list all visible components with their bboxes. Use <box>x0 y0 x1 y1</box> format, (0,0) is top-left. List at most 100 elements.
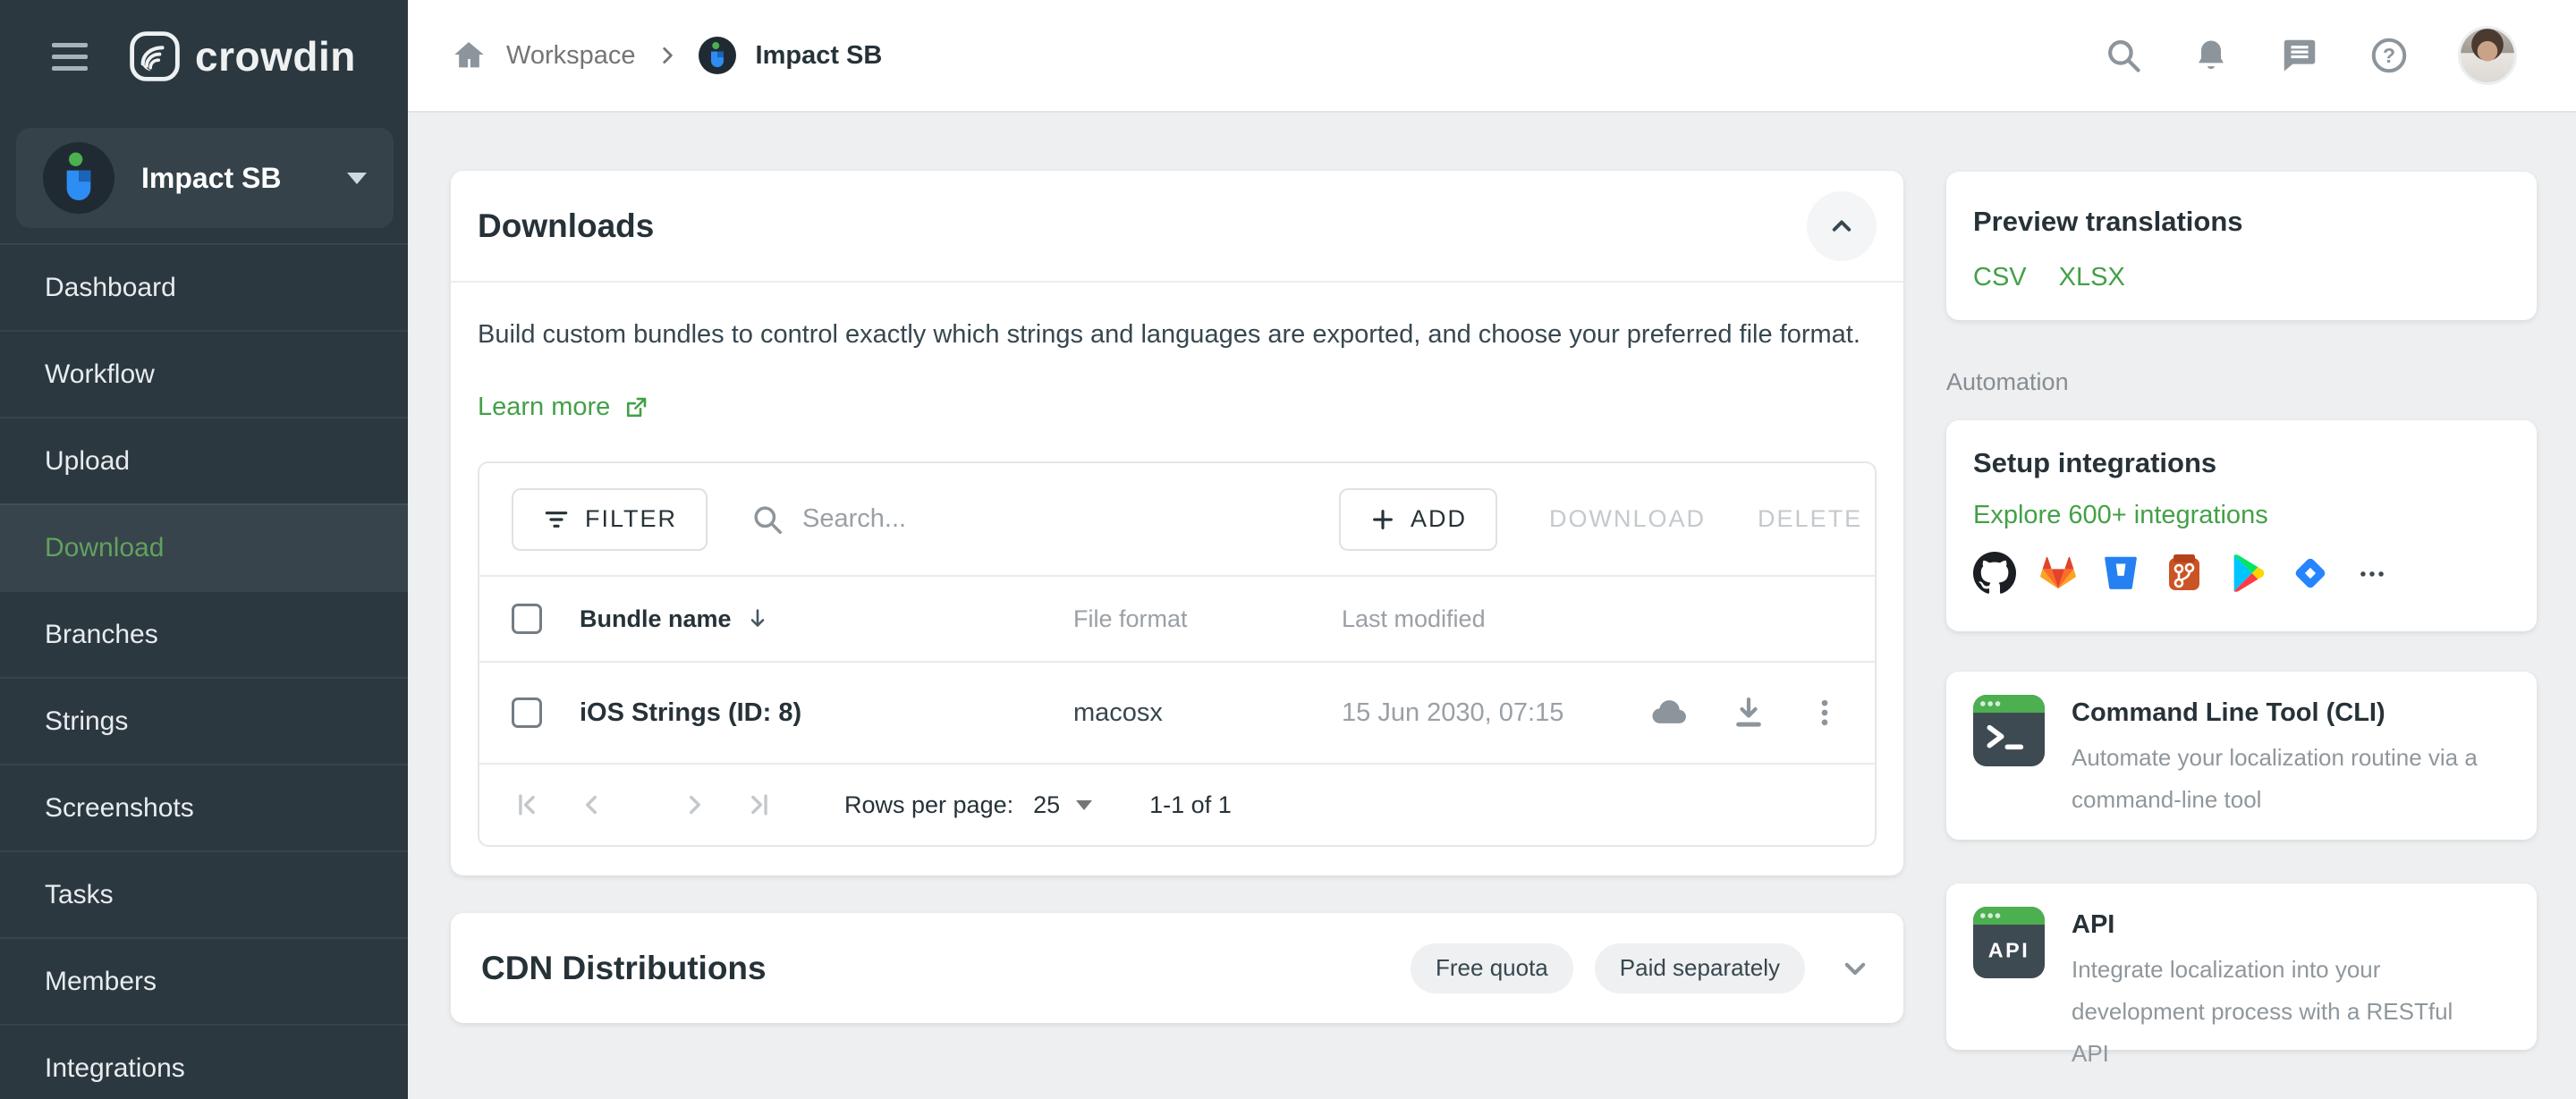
more-integrations-icon[interactable] <box>2352 554 2392 593</box>
project-name: Impact SB <box>141 162 320 195</box>
search-icon[interactable] <box>2104 36 2143 75</box>
sidebar-item-workflow[interactable]: Workflow <box>0 330 408 417</box>
sidebar-item-download[interactable]: Download <box>0 503 408 590</box>
github-icon[interactable] <box>1973 552 2016 595</box>
messages-icon[interactable] <box>2279 35 2320 76</box>
preview-translations-title: Preview translations <box>1973 206 2510 238</box>
sort-by-bundle-name[interactable]: Bundle name <box>580 605 1073 633</box>
breadcrumb-workspace[interactable]: Workspace <box>506 41 636 71</box>
download-file-icon[interactable] <box>1730 694 1767 731</box>
expand-panel-button[interactable] <box>1837 951 1873 986</box>
rows-per-page-select[interactable]: 25 <box>1033 791 1092 819</box>
sidebar-item-screenshots[interactable]: Screenshots <box>0 764 408 850</box>
filter-button[interactable]: FILTER <box>512 488 708 551</box>
cdn-distributions-panel: CDN Distributions Free quota Paid separa… <box>451 913 1903 1023</box>
row-checkbox[interactable] <box>512 697 542 728</box>
file-format-cell: macosx <box>1073 698 1342 728</box>
crowdin-logo[interactable]: crowdin <box>129 30 356 82</box>
project-avatar <box>699 37 736 74</box>
pagination-range: 1-1 of 1 <box>1149 791 1232 819</box>
crowdin-logo-icon <box>129 30 181 82</box>
chevron-right-icon <box>656 44 679 67</box>
chevron-down-icon <box>347 173 367 184</box>
filter-icon <box>542 505 571 534</box>
sidebar: Impact SB Dashboard Workflow Upload Down… <box>0 113 408 1099</box>
learn-more-label: Learn more <box>478 393 610 422</box>
svg-text:?: ? <box>2383 44 2395 67</box>
cdn-title: CDN Distributions <box>481 950 767 987</box>
sidebar-item-tasks[interactable]: Tasks <box>0 850 408 937</box>
sidebar-item-integrations[interactable]: Integrations <box>0 1024 408 1099</box>
external-link-icon <box>623 394 649 421</box>
table-header-row: Bundle name File format Last modified <box>479 575 1875 661</box>
download-button[interactable]: DOWNLOAD <box>1549 505 1706 533</box>
notifications-bell-icon[interactable] <box>2191 36 2231 75</box>
first-page-button[interactable] <box>512 790 542 820</box>
setup-integrations-title: Setup integrations <box>1973 447 2510 479</box>
setup-integrations-panel: Setup integrations Explore 600+ integrat… <box>1946 420 2537 631</box>
integration-icons <box>1973 552 2510 595</box>
top-header: crowdin Workspace Impact SB <box>0 0 2576 113</box>
jira-icon[interactable] <box>2290 553 2331 594</box>
sort-descending-icon <box>744 605 771 632</box>
next-page-button[interactable] <box>680 790 710 820</box>
help-icon[interactable]: ? <box>2368 35 2410 76</box>
rows-per-page-label: Rows per page: <box>844 791 1013 819</box>
header-bar: Workspace Impact SB <box>408 0 2576 113</box>
api-title: API <box>2072 910 2492 940</box>
main-content: Downloads Build custom bundles to contro… <box>408 113 2576 1099</box>
delete-button[interactable]: DELETE <box>1758 505 1862 533</box>
row-menu-kebab-icon[interactable] <box>1807 695 1843 731</box>
downloads-panel-header: Downloads <box>451 171 1903 283</box>
bundles-table: FILTER ADD DOWNLOAD DELETE <box>478 461 1877 847</box>
cli-tool-card[interactable]: Command Line Tool (CLI) Automate your lo… <box>1946 672 2537 840</box>
add-bundle-button[interactable]: ADD <box>1339 488 1497 551</box>
bitbucket-icon[interactable] <box>2100 553 2141 594</box>
git-repository-icon[interactable] <box>2163 552 2206 595</box>
previous-page-button[interactable] <box>576 790 606 820</box>
bundle-name-cell[interactable]: iOS Strings (ID: 8) <box>580 698 1073 728</box>
svg-text:API: API <box>1988 939 2029 962</box>
collapse-panel-button[interactable] <box>1807 191 1877 261</box>
downloads-title: Downloads <box>478 207 654 245</box>
menu-icon[interactable] <box>52 36 88 78</box>
crowdin-logo-text: crowdin <box>195 32 356 80</box>
project-selector[interactable]: Impact SB <box>16 128 394 228</box>
api-description: Integrate localization into your develop… <box>2072 949 2492 1075</box>
header-actions: ? <box>2104 26 2517 85</box>
search-input[interactable] <box>802 504 1339 534</box>
chevron-down-icon <box>1076 800 1092 810</box>
table-search <box>750 503 1339 537</box>
user-avatar[interactable] <box>2458 26 2517 85</box>
paid-separately-badge: Paid separately <box>1595 943 1805 993</box>
sidebar-item-branches[interactable]: Branches <box>0 590 408 677</box>
sidebar-item-dashboard[interactable]: Dashboard <box>0 243 408 330</box>
learn-more-link[interactable]: Learn more <box>478 393 649 422</box>
api-card[interactable]: API API Integrate localization into your… <box>1946 883 2537 1050</box>
downloads-panel: Downloads Build custom bundles to contro… <box>451 171 1903 875</box>
breadcrumb: Workspace Impact SB <box>451 37 882 74</box>
cloud-build-icon[interactable] <box>1649 692 1690 733</box>
api-icon: API <box>1973 907 2045 1027</box>
terminal-icon <box>1973 695 2045 816</box>
table-pagination: Rows per page: 25 1-1 of 1 <box>479 763 1875 845</box>
select-all-checkbox[interactable] <box>512 604 542 634</box>
sidebar-item-upload[interactable]: Upload <box>0 417 408 503</box>
project-avatar-large <box>43 142 114 214</box>
sidebar-item-strings[interactable]: Strings <box>0 677 408 764</box>
header-brand-area: crowdin <box>0 0 408 113</box>
xlsx-link[interactable]: XLSX <box>2059 263 2125 292</box>
cdn-badges: Free quota Paid separately <box>1411 943 1805 993</box>
last-modified-cell: 15 Jun 2030, 07:15 <box>1342 698 1682 728</box>
gitlab-icon[interactable] <box>2038 553 2079 594</box>
breadcrumb-project[interactable]: Impact SB <box>756 41 883 71</box>
chevron-down-icon <box>1837 951 1873 986</box>
last-page-button[interactable] <box>744 790 775 820</box>
explore-integrations-link[interactable]: Explore 600+ integrations <box>1973 501 2510 530</box>
google-play-icon[interactable] <box>2227 553 2268 594</box>
column-last-modified: Last modified <box>1342 605 1682 633</box>
free-quota-badge: Free quota <box>1411 943 1573 993</box>
csv-link[interactable]: CSV <box>1973 263 2027 292</box>
sidebar-item-members[interactable]: Members <box>0 937 408 1024</box>
home-icon[interactable] <box>451 38 487 73</box>
